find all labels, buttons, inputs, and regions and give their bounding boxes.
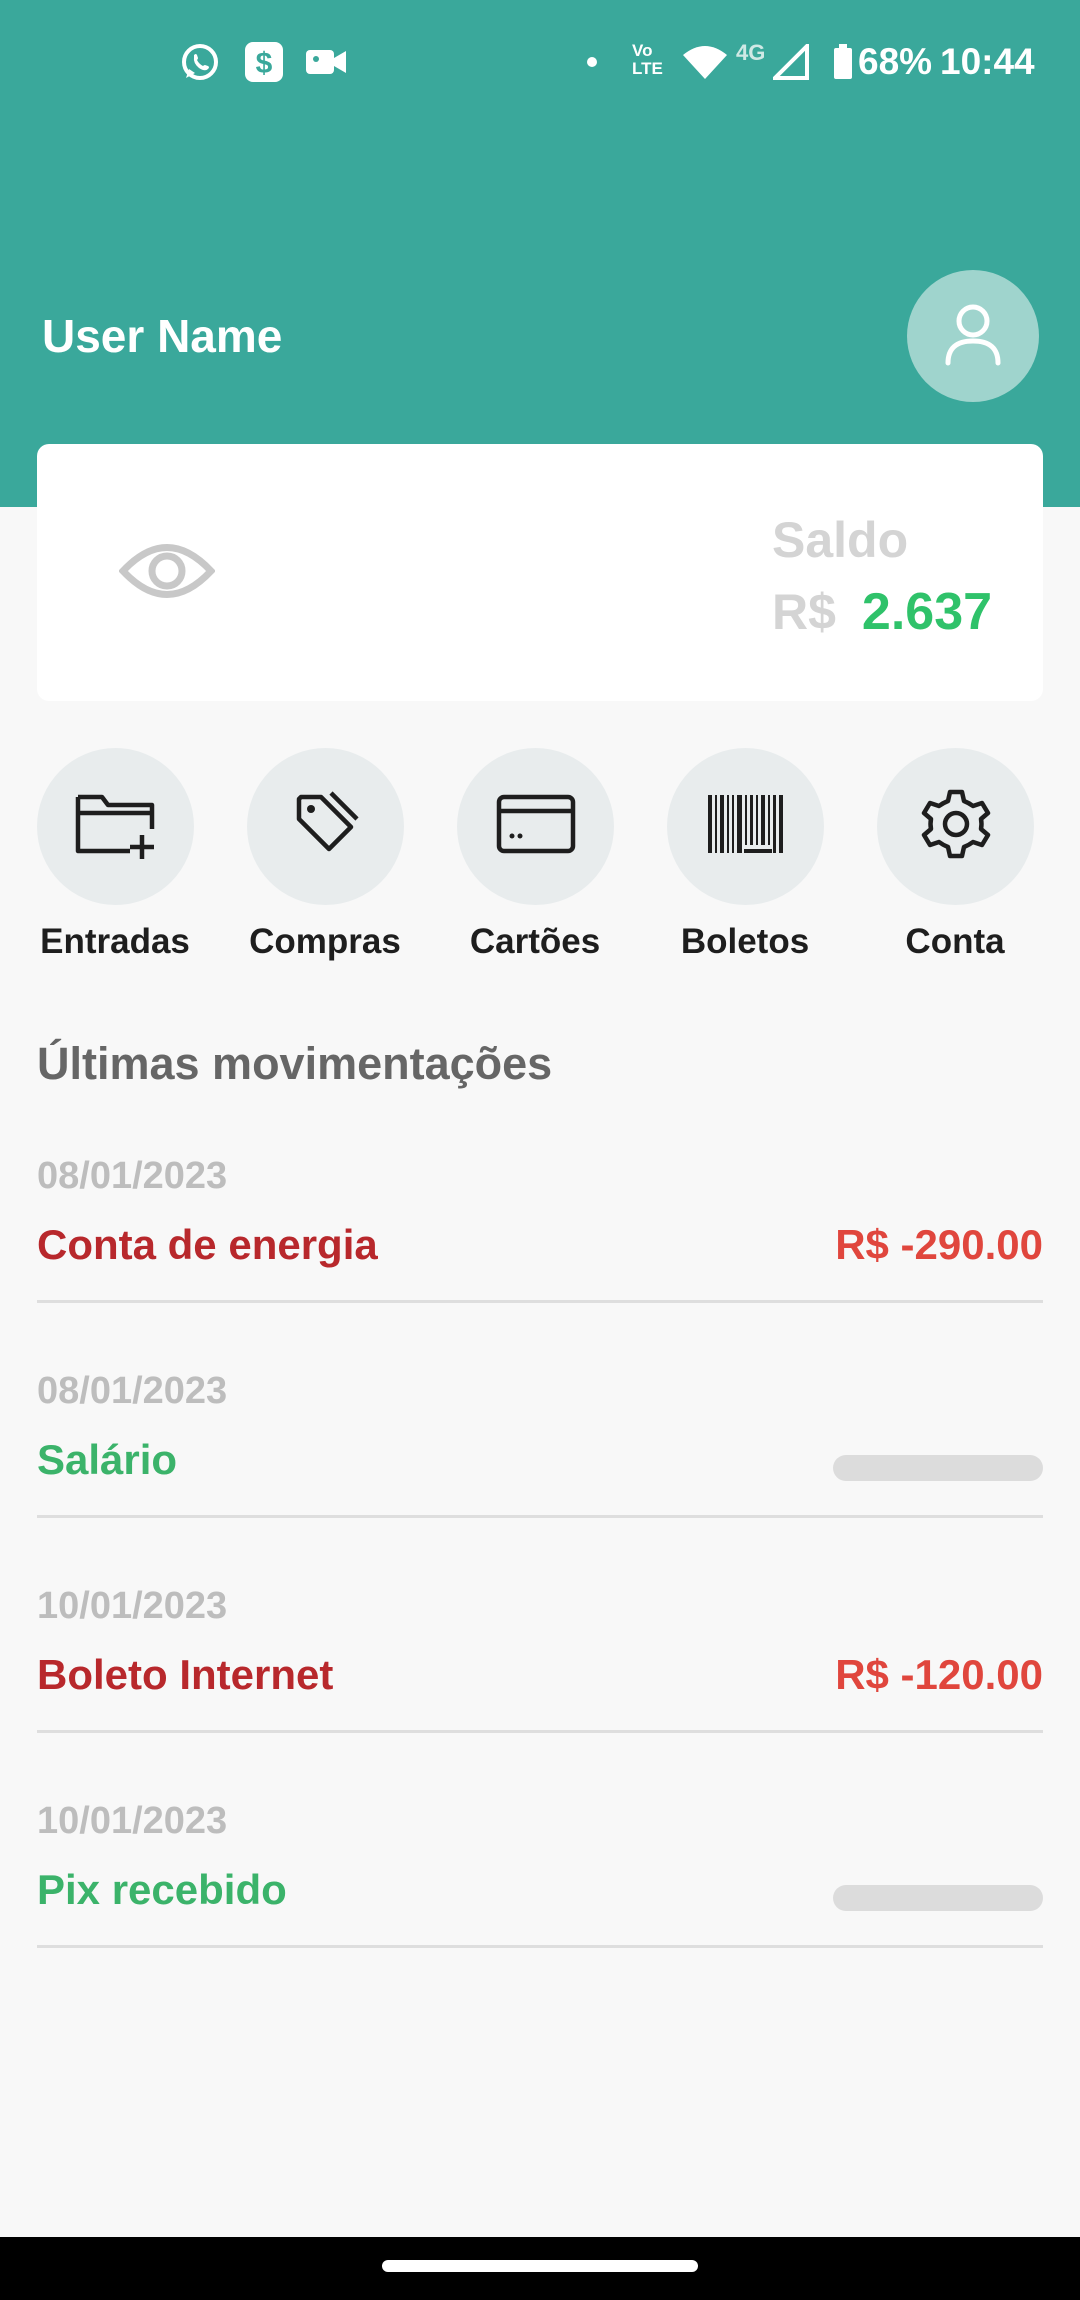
- hidden-amount-placeholder: [833, 1455, 1043, 1481]
- user-name: User Name: [42, 310, 283, 362]
- action-conta[interactable]: Conta: [829, 748, 1039, 968]
- action-cartoes-circle[interactable]: [457, 748, 614, 905]
- clock: 10:44: [940, 41, 1035, 82]
- network-type-text: 4G: [736, 40, 766, 65]
- battery-percent: 68%: [858, 41, 933, 82]
- divider: [37, 1945, 1043, 1948]
- battery-icon: [832, 40, 854, 84]
- volte-top-text: Vo: [632, 41, 653, 60]
- transaction-date: 10/01/2023: [37, 1800, 228, 1842]
- barcode-icon: [706, 795, 786, 858]
- action-conta-circle[interactable]: [877, 748, 1034, 905]
- transaction-name: Pix recebido: [37, 1866, 287, 1913]
- wifi-icon: [683, 40, 727, 84]
- divider: [37, 1730, 1043, 1733]
- video-camera-icon: [305, 40, 349, 84]
- whatsapp-icon: [178, 40, 222, 84]
- action-cartoes[interactable]: Cartões: [409, 748, 619, 968]
- header: $ Vo LTE 4G 68% 10:44 User Name: [0, 0, 1080, 507]
- balance-value: 2.637: [861, 583, 993, 641]
- hidden-amount-placeholder: [833, 1885, 1043, 1911]
- action-entradas[interactable]: Entradas: [0, 748, 199, 968]
- action-compras[interactable]: Compras: [199, 748, 409, 968]
- transaction-name: Boleto Internet: [37, 1651, 334, 1698]
- user-icon: [943, 301, 1003, 372]
- avatar-button[interactable]: [907, 270, 1039, 402]
- action-boletos-circle[interactable]: [667, 748, 824, 905]
- eye-icon[interactable]: [117, 531, 217, 611]
- action-boletos[interactable]: Boletos: [619, 748, 829, 968]
- app-screen: $ Vo LTE 4G 68% 10:44 User Name Saldo R$…: [0, 0, 1080, 2300]
- navigation-bar: [0, 2237, 1080, 2300]
- divider: [37, 1300, 1043, 1303]
- transaction-amount: R$ -290.00: [835, 1221, 1043, 1268]
- transaction-item[interactable]: 10/01/2023 Pix recebido: [37, 1797, 1043, 2013]
- dollar-app-icon: $: [243, 40, 285, 84]
- quick-actions: Entradas Compras Cartões Boletos Conta: [0, 748, 1080, 968]
- transaction-date: 08/01/2023: [37, 1370, 228, 1412]
- transaction-item[interactable]: 10/01/2023 Boleto Internet R$ -120.00: [37, 1582, 1043, 1798]
- volte-bottom-text: LTE: [632, 59, 663, 78]
- gear-icon: [920, 788, 992, 865]
- action-conta-label: Conta: [905, 922, 1005, 961]
- transaction-item[interactable]: 08/01/2023 Salário: [37, 1367, 1043, 1583]
- transaction-amount: R$ -120.00: [835, 1651, 1043, 1698]
- transaction-name: Conta de energia: [37, 1221, 378, 1268]
- balance-currency: R$: [772, 584, 836, 640]
- transaction-date: 10/01/2023: [37, 1585, 228, 1627]
- tag-icon: [291, 789, 361, 864]
- home-gesture-handle[interactable]: [382, 2260, 698, 2272]
- balance-card: Saldo R$ 2.637: [37, 444, 1043, 701]
- action-compras-circle[interactable]: [247, 748, 404, 905]
- svg-text:$: $: [256, 47, 273, 80]
- divider: [37, 1515, 1043, 1518]
- status-bar: $ Vo LTE 4G 68% 10:44: [0, 0, 1080, 120]
- balance-label: Saldo: [772, 512, 909, 568]
- credit-card-icon: [496, 794, 576, 859]
- balance-row: R$ 2.637: [772, 580, 992, 644]
- signal-icon: [772, 40, 810, 84]
- dot-icon: [584, 40, 600, 84]
- action-entradas-circle[interactable]: [37, 748, 194, 905]
- volte-icon: Vo LTE: [632, 42, 663, 78]
- transaction-name: Salário: [37, 1436, 178, 1483]
- transaction-item[interactable]: 08/01/2023 Conta de energia R$ -290.00: [37, 1152, 1043, 1368]
- folder-plus-icon: [74, 789, 158, 864]
- transaction-date: 08/01/2023: [37, 1155, 228, 1197]
- section-title: Últimas movimentações: [37, 1038, 553, 1089]
